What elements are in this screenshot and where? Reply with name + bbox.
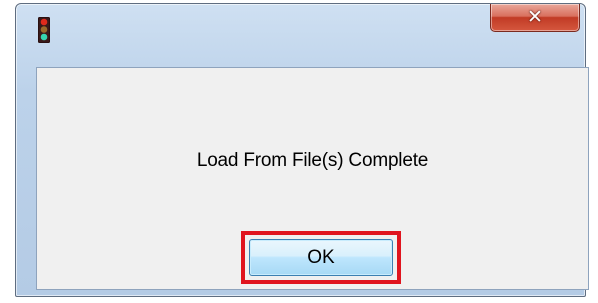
ok-button-highlight: OK bbox=[241, 231, 401, 284]
message-text: Load From File(s) Complete bbox=[196, 150, 429, 171]
message-dialog: ✕ Load From File(s) Complete OK bbox=[15, 3, 589, 297]
traffic-light-icon bbox=[38, 17, 50, 43]
close-icon: ✕ bbox=[527, 6, 543, 28]
title-bar[interactable]: ✕ bbox=[16, 4, 585, 43]
ok-button[interactable]: OK bbox=[249, 239, 393, 276]
close-button[interactable]: ✕ bbox=[490, 4, 580, 32]
dialog-body: Load From File(s) Complete OK bbox=[36, 67, 589, 290]
